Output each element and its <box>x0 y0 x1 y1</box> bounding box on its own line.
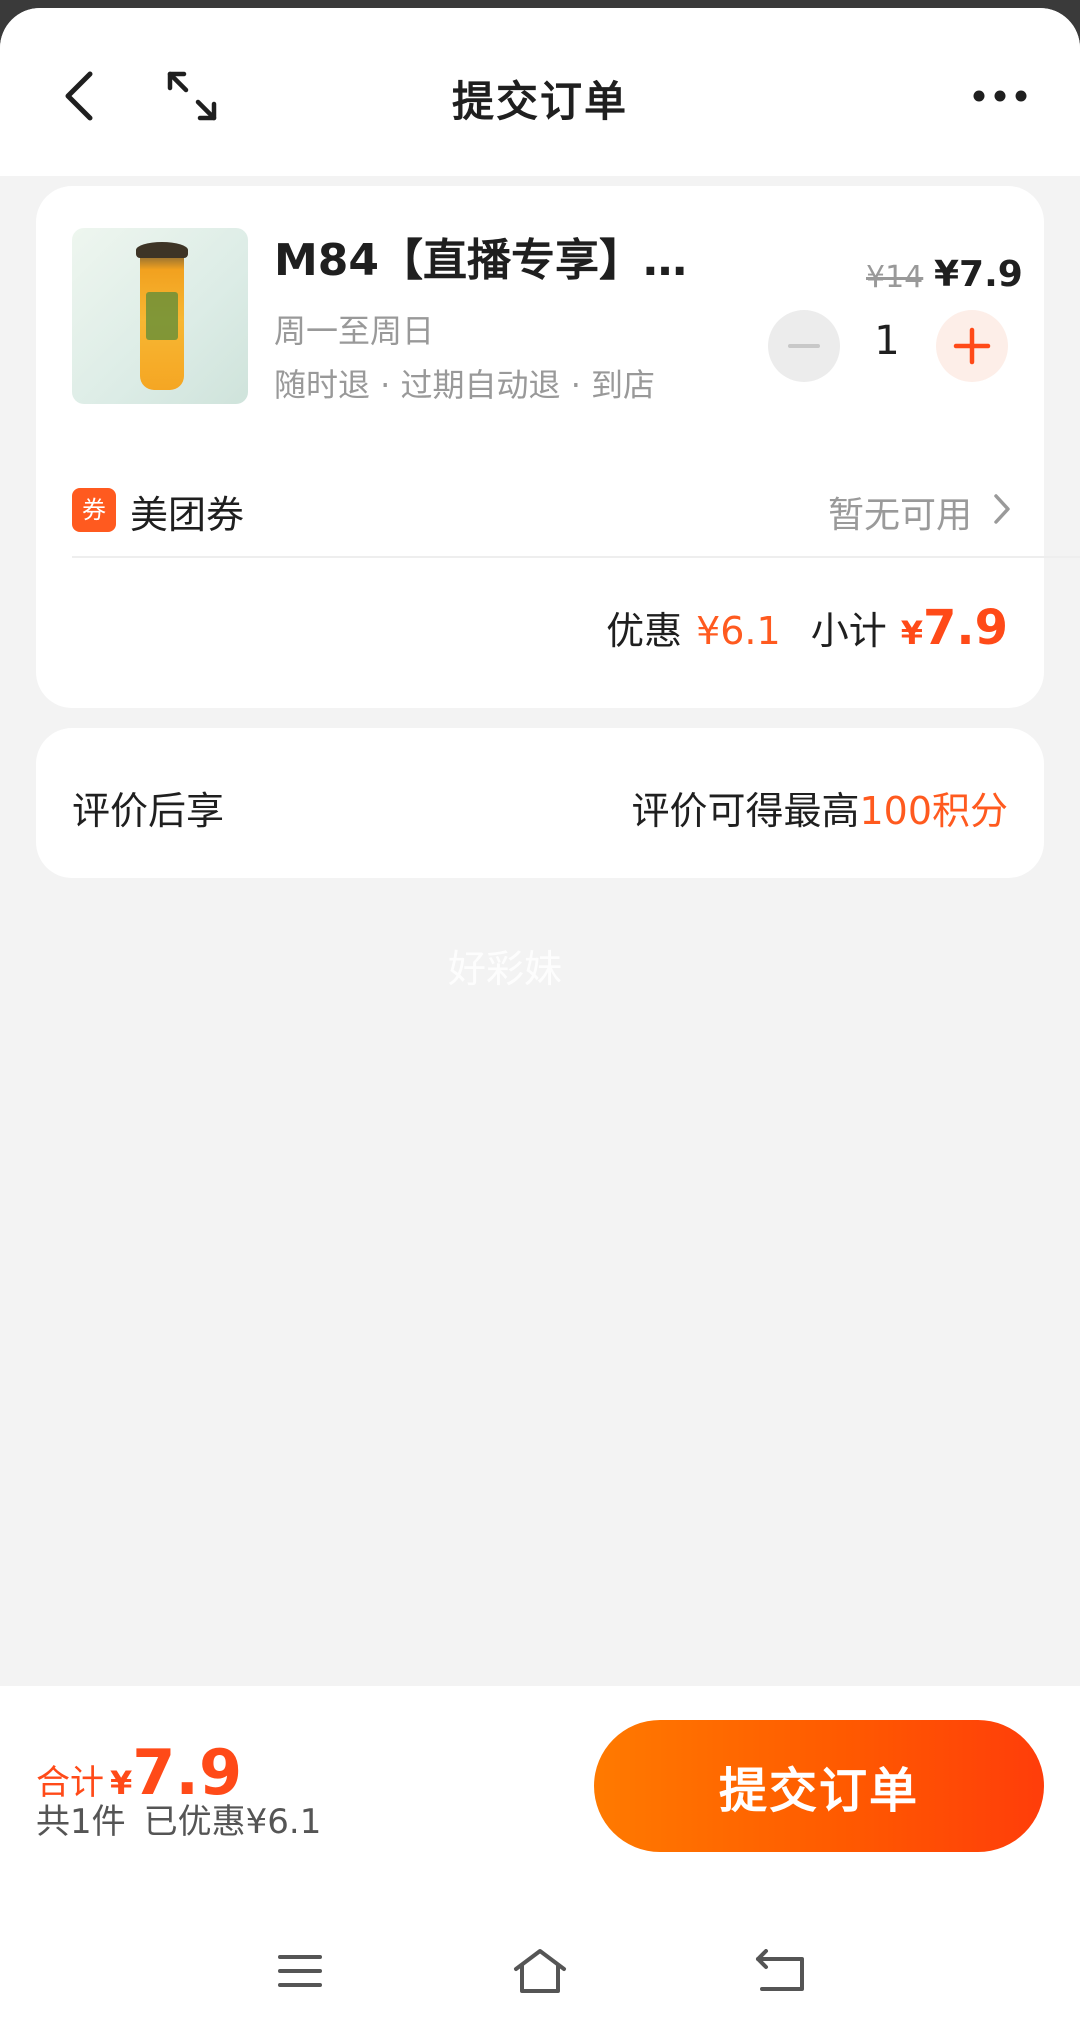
menu-icon <box>278 1955 322 1987</box>
drink-lid-image <box>136 242 188 258</box>
chevron-right-icon <box>994 494 1010 524</box>
header-bar: 提交订单 <box>0 8 1080 176</box>
item-count: 共1件 <box>36 1802 126 1842</box>
coupon-label: 美团券 <box>130 493 245 537</box>
return-icon <box>756 1949 804 1991</box>
watermark: 好彩妹 <box>447 947 562 991</box>
subtotal-label: 小计 <box>810 609 887 653</box>
review-reward-card: 评价后享 评价可得最高100积分 <box>36 728 1044 878</box>
discount-label: 优惠 <box>606 609 683 653</box>
subtotal-value: 7.9 <box>922 600 1008 656</box>
quantity-value: 1 <box>874 318 900 364</box>
subtotal-currency: ¥ <box>900 614 923 652</box>
bottom-checkout-bar: 合计 ¥ 7.9 共1件 已优惠¥6.1 提交订单 <box>0 1686 1080 2020</box>
review-reward-label: 评价后享 <box>72 789 225 833</box>
discount-value: ¥6.1 <box>696 609 781 653</box>
nav-menu-button[interactable] <box>260 1936 340 2006</box>
increase-quantity-button[interactable] <box>936 310 1008 382</box>
nav-home-button[interactable] <box>500 1936 580 2006</box>
review-reward-points: 100积分 <box>859 789 1008 833</box>
submit-order-button[interactable]: 提交订单 <box>594 1720 1044 1852</box>
drink-label-image <box>146 292 178 340</box>
product-name[interactable]: M84【直播专享】… <box>274 224 734 288</box>
order-screen: 提交订单 M84【直播专享】… 周一至周日 随时退 · 过期自动退 · 到店 ¥… <box>0 8 1080 2020</box>
divider <box>72 556 1080 558</box>
product-validity: 周一至周日 <box>274 312 435 350</box>
item-count-line: 共1件 已优惠¥6.1 <box>36 1794 321 1843</box>
review-reward-prefix: 评价可得最高 <box>631 789 860 833</box>
coupon-status: 暂无可用 <box>827 495 972 536</box>
page-title: 提交订单 <box>451 77 628 126</box>
more-button[interactable] <box>960 60 1040 132</box>
review-reward-desc: 评价可得最高100积分 <box>631 780 1008 835</box>
product-thumbnail[interactable] <box>72 228 248 404</box>
plus-icon <box>953 327 991 365</box>
original-price: ¥14 <box>866 260 924 295</box>
current-price: ¥7.9 <box>934 254 1023 295</box>
product-refund-policy: 随时退 · 过期自动退 · 到店 <box>274 366 656 404</box>
coupon-row[interactable]: 券 美团券 暂无可用 <box>72 476 1012 546</box>
more-icon <box>973 90 1027 102</box>
minus-icon <box>788 344 820 348</box>
subtotal-row: 优惠 ¥6.1 小计 ¥ 7.9 <box>606 600 1008 660</box>
nav-back-button[interactable] <box>740 1936 820 2006</box>
coupon-icon: 券 <box>72 488 116 532</box>
saved-amount: 已优惠¥6.1 <box>143 1802 322 1842</box>
system-nav-bar <box>0 1926 1080 2016</box>
home-icon <box>514 1949 566 1993</box>
decrease-quantity-button[interactable] <box>768 310 840 382</box>
order-item-card: M84【直播专享】… 周一至周日 随时退 · 过期自动退 · 到店 ¥14 ¥7… <box>36 186 1080 708</box>
